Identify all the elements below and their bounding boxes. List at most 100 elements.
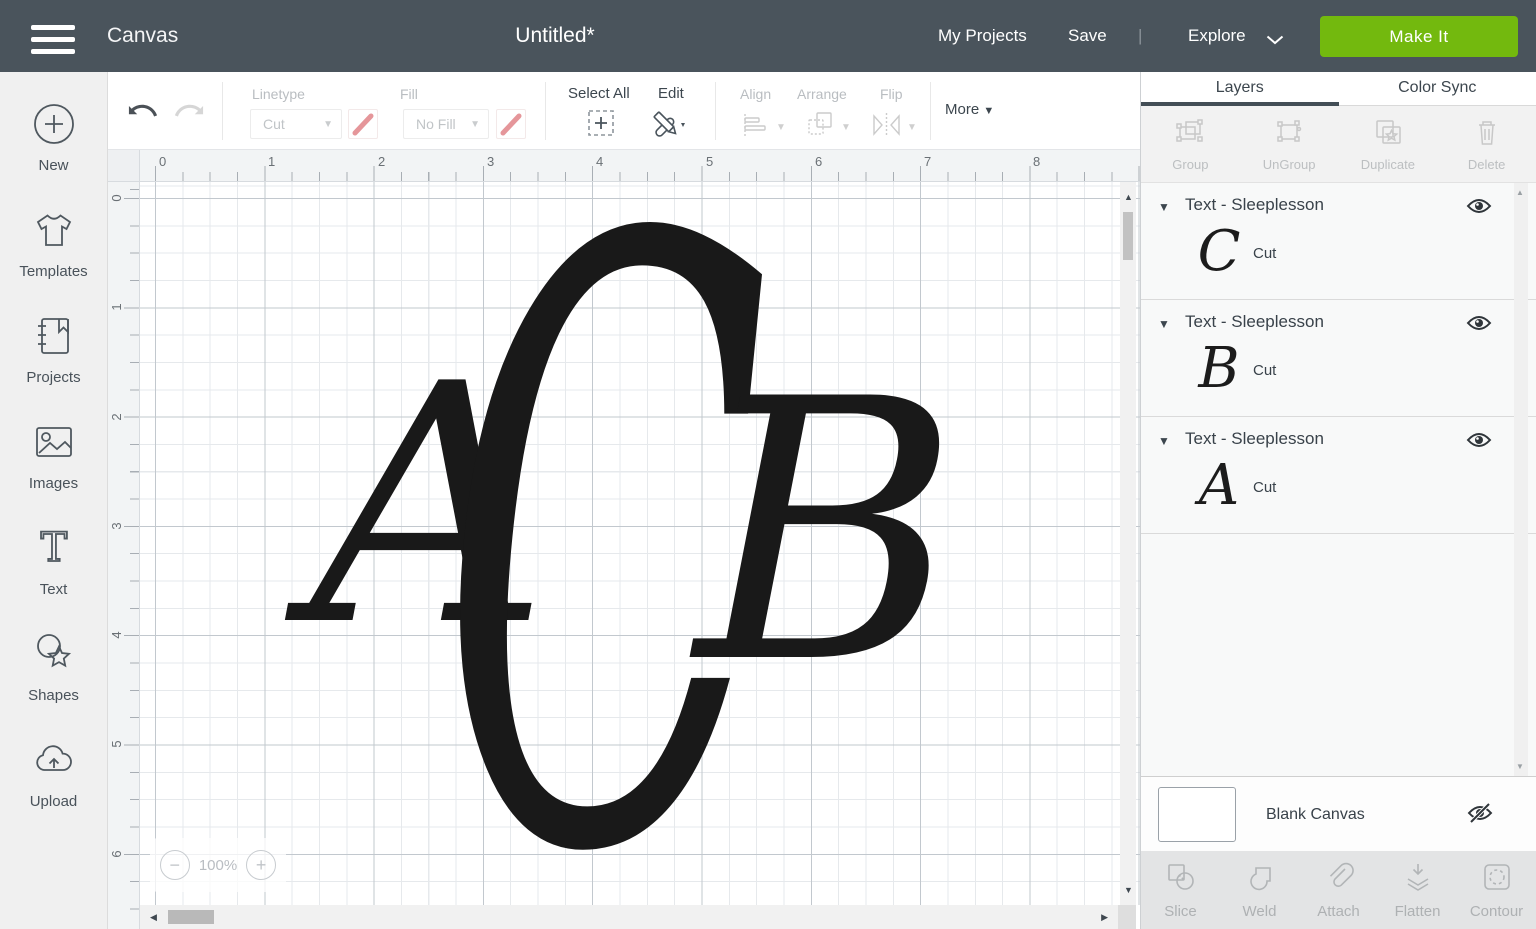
attach-button: Attach [1299,851,1378,929]
make-it-button[interactable]: Make It [1320,16,1518,57]
sidebar-item-templates[interactable]: Templates [0,190,107,296]
visibility-off-icon[interactable] [1466,802,1494,829]
more-button[interactable]: More ▼ [945,101,994,118]
zoom-level: 100% [199,857,237,874]
chevron-down-icon: ▼ [470,119,480,130]
group-button: Group [1141,106,1240,182]
redo-icon [174,96,204,129]
duplicate-button: Duplicate [1339,106,1438,182]
blank-canvas-row[interactable]: Blank Canvas [1141,776,1536,851]
tab-layers[interactable]: Layers [1141,72,1339,105]
fill-label: Fill [400,86,418,102]
letter-B[interactable]: B [689,323,959,742]
layer-list-scrollbar[interactable]: ▲ ▼ [1514,183,1528,776]
scroll-up-icon[interactable]: ▲ [1516,188,1524,197]
my-projects-link[interactable]: My Projects [938,0,1027,72]
scroll-right-icon[interactable]: ▶ [1101,912,1108,923]
chevron-down-icon[interactable] [1266,32,1284,50]
document-title[interactable]: Untitled* [455,0,655,72]
tab-color-sync[interactable]: Color Sync [1339,72,1536,105]
sidebar-item-upload[interactable]: Upload [0,720,107,826]
ungroup-icon [1272,116,1306,153]
ungroup-button: UnGroup [1240,106,1339,182]
chevron-down-icon: ▼ [983,105,994,117]
scroll-down-icon[interactable]: ▼ [1516,762,1524,771]
chevron-down-icon: ▼ [841,122,851,133]
duplicate-icon [1371,116,1405,153]
topbar-divider: | [1138,0,1142,72]
arrange-icon [806,110,836,143]
tshirt-icon [31,207,77,258]
top-bar: Canvas Untitled* My Projects Save | Expl… [0,0,1536,72]
image-icon [31,419,77,470]
chevron-down-icon[interactable]: ▼ [1158,317,1170,331]
toolbar-divider [930,82,931,140]
chevron-down-icon: ▼ [323,119,333,130]
save-link[interactable]: Save [1068,0,1107,72]
visibility-eye-icon[interactable] [1466,197,1492,220]
toolbar-divider [222,82,223,140]
horizontal-scroll-thumb[interactable] [168,910,214,924]
select-all-icon[interactable] [587,109,615,142]
explore-menu[interactable]: Explore [1188,0,1246,72]
combine-actions-bar: Slice Weld Attach Flatten Contour [1141,851,1536,929]
sidebar-item-images[interactable]: Images [0,402,107,508]
flatten-icon [1401,860,1435,899]
layer-row[interactable]: ▼ Text - Sleeplesson C Cut [1141,183,1536,300]
layer-row[interactable]: ▼ Text - Sleeplesson A Cut [1141,417,1536,534]
sidebar-item-shapes[interactable]: Shapes [0,614,107,720]
visibility-eye-icon[interactable] [1466,431,1492,454]
zoom-out-button[interactable]: − [160,850,190,880]
sidebar-item-new[interactable]: New [0,84,107,190]
scroll-down-icon[interactable]: ▼ [1124,885,1133,895]
zoom-in-button[interactable]: + [246,850,276,880]
layer-thumbnail: B [1191,330,1247,406]
svg-text:T: T [40,525,67,571]
layer-list: ▼ Text - Sleeplesson C Cut ▼ Text - Slee… [1141,183,1536,776]
toolbar-divider [545,82,546,140]
chevron-down-icon[interactable]: ▼ [1158,434,1170,448]
fill-dropdown[interactable]: No Fill▼ [403,109,489,139]
layers-panel: Layers Color Sync Group UnGroup Duplicat… [1140,72,1536,929]
scroll-up-icon[interactable]: ▲ [1124,192,1133,202]
layer-row[interactable]: ▼ Text - Sleeplesson B Cut [1141,300,1536,417]
canvas-horizontal-scrollbar[interactable]: ◀ ▶ [140,905,1136,929]
edit-tools-icon[interactable] [648,106,688,151]
align-label: Align [740,86,771,102]
vertical-scroll-thumb[interactable] [1123,212,1133,260]
left-sidebar: New Templates Projects Images T Text Sha… [0,72,108,929]
linetype-color-swatch[interactable] [348,109,378,139]
undo-icon[interactable] [128,96,158,129]
scroll-left-icon[interactable]: ◀ [150,912,157,923]
sidebar-item-text[interactable]: T Text [0,508,107,614]
toolbar-divider [715,82,716,140]
visibility-eye-icon[interactable] [1466,314,1492,337]
weld-button: Weld [1220,851,1299,929]
canvas-color-swatch[interactable] [1158,787,1236,842]
chevron-down-icon: ▼ [907,122,917,133]
paperclip-icon [1322,860,1356,899]
arrange-label: Arrange [797,86,847,102]
shapes-icon [31,631,77,682]
slice-button: Slice [1141,851,1220,929]
horizontal-ruler: 0 1 2 3 4 5 6 7 8 9 [140,150,1140,182]
hamburger-menu-icon[interactable] [31,25,75,54]
layer-actions-row: Group UnGroup Duplicate Delete [1141,106,1536,183]
linetype-dropdown[interactable]: Cut▼ [250,109,342,139]
edit-label: Edit [658,85,684,102]
vertical-ruler: 0 1 2 3 4 5 6 [108,182,140,929]
fill-color-swatch[interactable] [496,109,526,139]
contour-icon [1480,860,1514,899]
flip-icon [871,112,903,143]
align-icon [742,112,772,143]
sidebar-item-projects[interactable]: Projects [0,296,107,402]
flatten-button: Flatten [1378,851,1457,929]
edit-toolbar: Linetype Cut▼ Fill No Fill▼ Select All E… [108,72,1140,150]
zoom-control: − 100% + [150,838,286,892]
scrollbar-corner [1118,905,1136,929]
design-canvas[interactable]: A C B − 100% + ▲ ▼ [140,182,1140,905]
monogram-artwork[interactable]: A C B [140,182,1120,905]
chevron-down-icon[interactable]: ▼ [1158,200,1170,214]
canvas-vertical-scrollbar[interactable]: ▲ ▼ [1120,182,1136,905]
select-all-label: Select All [568,85,630,102]
